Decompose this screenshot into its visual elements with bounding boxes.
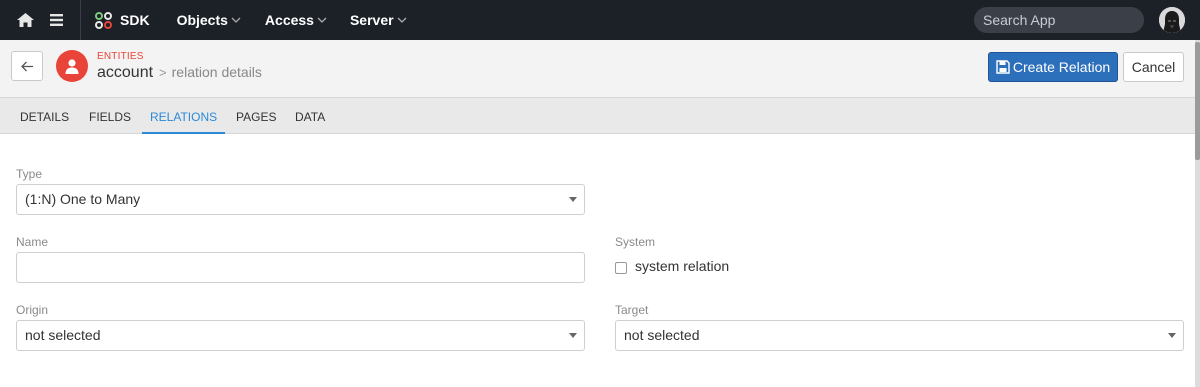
system-relation-label[interactable]: system relation bbox=[635, 258, 729, 274]
tab-bar: DETAILS FIELDS RELATIONS PAGES DATA bbox=[0, 98, 1200, 134]
menu-objects[interactable]: Objects bbox=[177, 0, 241, 40]
caret-down-icon bbox=[569, 333, 577, 338]
system-relation-checkbox[interactable] bbox=[615, 262, 627, 274]
menu-access[interactable]: Access bbox=[265, 0, 327, 40]
origin-select-value: not selected bbox=[25, 327, 101, 343]
chevron-down-icon bbox=[317, 17, 327, 24]
tab-label: DATA bbox=[295, 110, 326, 124]
menu-access-label: Access bbox=[264, 12, 314, 28]
page-header: ENTITIES account > relation details Crea… bbox=[0, 40, 1200, 98]
breadcrumb: account > relation details bbox=[97, 64, 262, 82]
tab-label: DETAILS bbox=[20, 110, 70, 124]
back-button[interactable] bbox=[11, 51, 43, 81]
chevron-down-icon bbox=[231, 17, 241, 24]
chevron-down-icon bbox=[397, 17, 407, 24]
section-eyebrow: ENTITIES bbox=[97, 51, 144, 62]
tab-label: FIELDS bbox=[89, 110, 132, 124]
menu-server[interactable]: Server bbox=[350, 0, 407, 40]
page-subtitle: relation details bbox=[171, 64, 262, 80]
brand-label: SDK bbox=[120, 12, 150, 28]
breadcrumb-entity[interactable]: account bbox=[97, 64, 153, 82]
tab-details[interactable]: DETAILS bbox=[20, 98, 69, 134]
entity-badge bbox=[56, 50, 88, 82]
caret-down-icon bbox=[1168, 333, 1176, 338]
tab-fields[interactable]: FIELDS bbox=[89, 98, 131, 134]
save-icon bbox=[996, 60, 1010, 74]
tab-label: RELATIONS bbox=[150, 110, 218, 124]
nav-divider bbox=[80, 0, 81, 40]
breadcrumb-separator: > bbox=[159, 65, 167, 80]
caret-down-icon bbox=[569, 197, 577, 202]
type-select-value: (1:N) One to Many bbox=[25, 191, 141, 207]
cancel-label: Cancel bbox=[1131, 59, 1176, 75]
scrollbar-thumb[interactable] bbox=[1195, 42, 1200, 160]
cancel-button[interactable]: Cancel bbox=[1123, 52, 1184, 82]
tab-label: PAGES bbox=[236, 110, 277, 124]
origin-label: Origin bbox=[16, 303, 49, 317]
create-relation-button[interactable]: Create Relation bbox=[988, 52, 1118, 82]
name-input[interactable] bbox=[16, 252, 585, 283]
arrow-left-icon bbox=[20, 61, 34, 72]
menu-server-label: Server bbox=[349, 12, 394, 28]
target-select-value: not selected bbox=[624, 327, 700, 343]
top-navbar: SDK Objects Access Server Search App bbox=[0, 0, 1200, 40]
create-relation-label: Create Relation bbox=[1012, 59, 1111, 75]
type-label: Type bbox=[16, 167, 43, 181]
search-app-input[interactable]: Search App bbox=[974, 7, 1144, 33]
user-icon bbox=[64, 58, 80, 74]
tab-pages[interactable]: PAGES bbox=[236, 98, 276, 134]
home-icon[interactable] bbox=[15, 0, 35, 40]
system-label: System bbox=[615, 235, 656, 249]
menu-objects-label: Objects bbox=[176, 12, 228, 28]
sdk-brand-link[interactable]: SDK bbox=[95, 11, 150, 29]
hamburger-menu-icon[interactable] bbox=[46, 0, 66, 40]
user-avatar[interactable] bbox=[1159, 7, 1185, 33]
target-select[interactable]: not selected bbox=[615, 320, 1184, 351]
tab-data[interactable]: DATA bbox=[295, 98, 325, 134]
name-label: Name bbox=[16, 235, 49, 249]
origin-select[interactable]: not selected bbox=[16, 320, 585, 351]
target-label: Target bbox=[615, 303, 649, 317]
sdk-logo-icon bbox=[95, 11, 112, 29]
type-select[interactable]: (1:N) One to Many bbox=[16, 184, 585, 215]
tab-relations[interactable]: RELATIONS bbox=[142, 98, 226, 134]
